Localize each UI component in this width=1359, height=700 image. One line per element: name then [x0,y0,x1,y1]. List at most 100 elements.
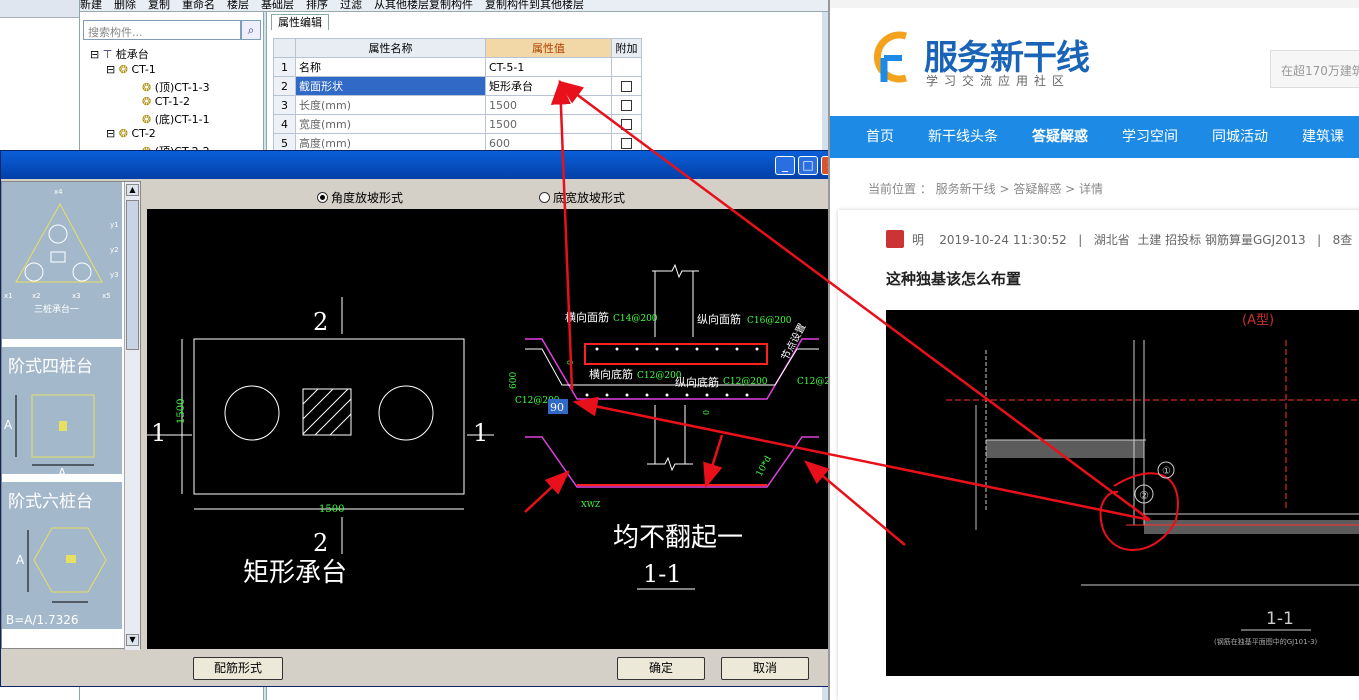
thumb-three-pile-cap[interactable]: x4 y1 y2 y3 x1 x2 x3 x5 三桩承台一 [2,182,122,342]
cancel-button[interactable]: 取消 [721,657,809,680]
label-longitudinal-bottom: 纵向底筋 [675,375,719,389]
prop-value[interactable]: 1500 [485,114,612,134]
component-icon: ❂ [142,113,152,126]
copy-from-floor-button[interactable]: 从其他楼层复制构件 [374,0,473,11]
scroll-up-icon[interactable]: ▲ [126,184,139,196]
table-row[interactable]: 1 名称 CT-5-1 [273,57,642,77]
question-title: 这种独基该怎么布置 [886,270,1022,288]
extra-checkbox[interactable] [621,138,632,149]
radio-unchecked-icon[interactable] [539,192,550,203]
dim-label: y2 [110,246,119,254]
hatch-lines [302,388,352,436]
delete-button[interactable]: 删除 [114,0,136,11]
question-image[interactable]: (A型) ① ② 1-1 (钢筋在独基平面图中的GJ101-3) [886,310,1359,676]
section-mark-bottom: 2 [313,529,328,557]
thumbnail-scrollbar[interactable]: ▲ ▼ [124,182,140,650]
tree-root-pile-cap[interactable]: ⊟ ⊤ 桩承台 [90,46,149,62]
label-node-setting: 节点设置 [779,321,808,362]
left-panel-header [0,0,79,18]
value-longitudinal-top: C16@200 [747,316,792,326]
nav-building[interactable]: 建筑课 [1285,116,1359,158]
tab-property-edit[interactable]: 属性编辑 [271,14,329,30]
avatar[interactable] [886,230,904,248]
section-mark-top: 2 [313,308,328,336]
post-tags[interactable]: 土建 招投标 钢筋算量GGJ2013 [1137,233,1305,247]
section-title: 1-1 [643,560,682,588]
nav-home[interactable]: 首页 [830,116,911,158]
copy-to-floor-button[interactable]: 复制构件到其他楼层 [485,0,584,11]
radio-angle-slope[interactable]: 角度放坡形式 [317,189,403,206]
row-number: 2 [273,76,296,96]
angle-input-value[interactable]: 90 [550,401,564,414]
cap-outline-lower [525,436,819,488]
extra-checkbox[interactable] [621,100,632,111]
dialog-titlebar[interactable]: _ □ ✕ [1,151,845,179]
prop-value[interactable]: CT-5-1 [485,57,612,77]
new-button[interactable]: 新建 [80,0,102,11]
prop-value[interactable]: 矩形承台 [485,76,612,96]
top-rebar [584,343,768,365]
prop-value[interactable]: 1500 [485,95,612,115]
radio-checked-icon[interactable] [317,192,328,203]
tree-node-ct1-2[interactable]: ❂ CT-1-2 [142,95,190,108]
rename-button[interactable]: 重命名 [182,0,215,11]
floor-label: 楼层 [227,0,249,11]
tree-node-ct1-3[interactable]: ❂ (顶)CT-1-3 [142,79,210,95]
filter-button[interactable]: 过滤 [340,0,362,11]
prop-extra [611,95,642,115]
thumb-stepped-four-pile-cap[interactable]: 阶式四桩台 A A [2,347,122,480]
nav-qa[interactable]: 答疑解惑 [1015,116,1105,158]
row-number-header [273,38,296,58]
radio-label: 底宽放坡形式 [553,191,626,205]
nav-learning[interactable]: 学习空间 [1105,116,1195,158]
post-region: 湖北省 [1093,233,1130,247]
cad-preview-canvas: 2 2 1 1 1500 1500 矩形承台 横向面筋 C14@200 纵向面筋… [147,209,842,649]
maximize-icon[interactable]: □ [798,156,818,175]
view-count: 8查 [1332,233,1353,247]
sort-button[interactable]: 排序 [306,0,328,11]
image-callout-b: ② [1139,489,1149,502]
row-number: 3 [273,95,296,115]
row-number: 1 [273,57,296,77]
author-name[interactable]: 明 [912,233,924,247]
logo-subtitle: 学习交流应用社区 [926,74,1071,88]
tree-node-ct1[interactable]: ⊟ ❂ CT-1 [106,63,156,76]
value-longitudinal-bottom: C12@200 [723,377,768,387]
extra-checkbox[interactable] [621,81,632,92]
floor-select[interactable]: 基础层 [261,0,294,11]
scroll-thumb[interactable] [126,200,139,350]
section-mark-right: 1 [473,419,488,447]
table-row[interactable]: 4 宽度(mm) 1500 [273,114,642,134]
extra-checkbox[interactable] [621,119,632,130]
table-row[interactable]: 2 截面形状 矩形承台 [273,76,642,96]
copy-button[interactable]: 复制 [148,0,170,11]
component-search-input[interactable]: 搜索构件... [83,20,241,40]
scroll-down-icon[interactable]: ▼ [126,634,139,646]
radio-width-slope[interactable]: 底宽放坡形式 [539,189,625,206]
question-cad-image: (A型) ① ② 1-1 (钢筋在独基平面图中的GJ101-3) [946,313,1359,646]
tree-node-ct1-1[interactable]: ❂ (底)CT-1-1 [142,111,210,127]
dim-zero-label: 0 [702,410,711,415]
question-meta: 明 2019-10-24 11:30:52 | 湖北省 土建 招投标 钢筋算量G… [912,231,1352,248]
table-row[interactable]: 3 长度(mm) 1500 [273,95,642,115]
minimize-icon[interactable]: _ [775,156,795,175]
tree-node-ct2[interactable]: ⊟ ❂ CT-2 [106,127,156,140]
search-icon[interactable]: ⌕ [241,20,261,40]
ok-button[interactable]: 确定 [617,657,705,680]
dim-label: B=A/1.7326 [6,613,79,627]
dim-label: x1 [4,292,13,300]
dim-label: x5 [102,292,111,300]
site-search-input[interactable]: 在超170万建筑 [1270,50,1359,88]
annotation-circle [1099,472,1179,551]
thumb-stepped-six-pile-cap[interactable]: 阶式六桩台 A B=A/1.7326 [2,482,122,632]
row-number: 4 [273,114,296,134]
image-section-label: 1-1 [1266,609,1294,629]
nav-headlines[interactable]: 新干线头条 [911,116,1015,158]
component-icon: ❂ [142,81,152,94]
tree-node-label: CT-1-2 [154,95,191,108]
tree-node-label: CT-2 [131,127,156,140]
nav-local-events[interactable]: 同城活动 [1195,116,1285,158]
browser-page: 服务新干线 学习交流应用社区 在超170万建筑 首页 新干线头条 答疑解惑 学习空间同… [828,0,1359,700]
cap-outline-top [525,338,819,400]
rebar-form-button[interactable]: 配筋形式 [193,657,283,680]
